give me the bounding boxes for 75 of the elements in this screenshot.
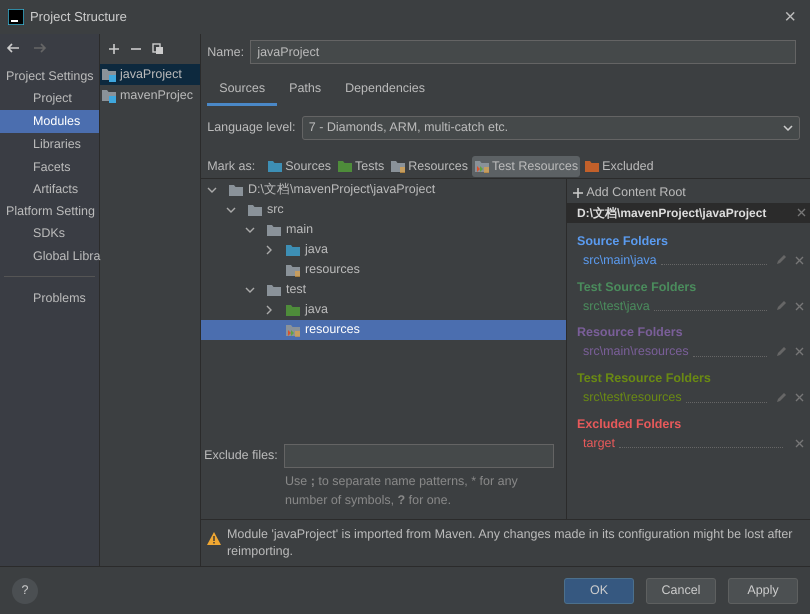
tree-node[interactable]: main (201, 220, 566, 240)
hint-text: Use ; to separate name patterns, * for any number of symbols, ? for one. (284, 472, 519, 509)
module-item[interactable]: javaProject (100, 64, 200, 85)
module-item[interactable]: mavenProjec (100, 84, 200, 106)
tree-node[interactable]: D:\文档\mavenProject\javaProject (201, 180, 566, 200)
tree-node[interactable]: src (201, 200, 566, 220)
sidebar-item[interactable]: Problems (0, 286, 99, 310)
name-label: Name: (207, 44, 244, 60)
tab[interactable]: Paths (277, 74, 334, 106)
folder-path: src\test\java (583, 298, 650, 314)
folder-icon (337, 158, 354, 174)
mark-as-button[interactable]: Tests (335, 156, 386, 177)
close-button[interactable]: × (778, 7, 802, 27)
warning-text: Module 'javaProject' is imported from Maven. Any changes made in its configuration might be lost after reimporting. (227, 526, 794, 560)
tree-node[interactable]: resources (201, 320, 566, 340)
pencil-icon[interactable] (775, 392, 787, 404)
tab[interactable]: Sources (207, 74, 278, 106)
folder-icon (584, 158, 600, 174)
language-level-dropdown[interactable]: 7 - Diamonds, ARM, multi-catch etc. (302, 116, 800, 140)
tab[interactable]: Dependencies (333, 74, 437, 106)
folder-group-title: Excluded Folders (576, 416, 682, 433)
add-icon[interactable] (108, 43, 120, 55)
ok-button[interactable]: OK (564, 578, 634, 604)
mark-as-label: Mark as: (207, 158, 256, 175)
folder-group-title: Test Resource Folders (576, 370, 712, 388)
dialog-button[interactable]: Apply (728, 578, 798, 604)
sidebar-item[interactable]: Artifacts (0, 178, 99, 202)
help-button[interactable]: ? (12, 578, 38, 604)
language-level-label: Language level: (207, 119, 296, 136)
tree-node[interactable]: java (201, 240, 566, 260)
remove-icon[interactable] (797, 208, 806, 218)
folder-icon (390, 158, 406, 174)
sidebar-item[interactable]: SDKs (0, 222, 99, 245)
folder-path: src\test\resources (583, 389, 682, 406)
add-icon (573, 188, 584, 198)
tree-node[interactable]: resources (201, 260, 566, 280)
exclude-files-field[interactable] (284, 444, 554, 468)
dialog-button[interactable]: Cancel (646, 578, 716, 604)
module-folder-icon (101, 66, 117, 82)
name-field[interactable]: javaProject (250, 40, 796, 64)
module-folder-icon (101, 87, 117, 104)
tree-node[interactable]: test (201, 280, 566, 300)
copy-icon[interactable] (152, 43, 164, 55)
sidebar-item[interactable]: Modules (0, 110, 99, 133)
mark-as-button[interactable]: Test Resources (472, 156, 580, 177)
mark-as-button[interactable]: Sources (265, 156, 334, 177)
mark-as-button[interactable]: Resources (388, 156, 470, 177)
sidebar-heading: Platform Setting (5, 203, 96, 220)
app-logo-icon (8, 9, 24, 25)
pencil-icon[interactable] (775, 300, 787, 312)
sidebar-item[interactable]: Global Libra (0, 245, 99, 268)
sidebar-item[interactable]: Facets (0, 156, 99, 178)
folder-path: target (583, 434, 615, 452)
content-root-path: D:\文档\mavenProject\javaProject (577, 204, 768, 221)
folder-group-title: Source Folders (576, 232, 669, 250)
forward-arrow-icon[interactable] (32, 42, 47, 54)
add-content-root-link[interactable]: Add Content Root (567, 178, 810, 203)
folder-group-title: Test Source Folders (576, 278, 698, 296)
sidebar-item[interactable]: Project (0, 86, 99, 110)
exclude-files-label: Exclude files: (204, 447, 278, 464)
folder-group-title: Resource Folders (576, 324, 684, 342)
pencil-icon[interactable] (775, 254, 787, 266)
caret-icon (782, 124, 793, 131)
tree-node[interactable]: java (201, 300, 566, 320)
folder-icon (474, 158, 490, 174)
mark-as-button[interactable]: Excluded (582, 156, 656, 177)
folder-path: src\main\java (583, 252, 657, 269)
window-title: Project Structure (30, 8, 127, 26)
warning-icon (207, 532, 221, 546)
pencil-icon[interactable] (775, 346, 787, 358)
back-arrow-icon[interactable] (6, 42, 20, 54)
folder-path: src\main\resources (583, 343, 689, 360)
folder-icon (267, 158, 284, 174)
sidebar-heading: Project Settings (5, 68, 95, 85)
sidebar-item[interactable]: Libraries (0, 132, 99, 156)
